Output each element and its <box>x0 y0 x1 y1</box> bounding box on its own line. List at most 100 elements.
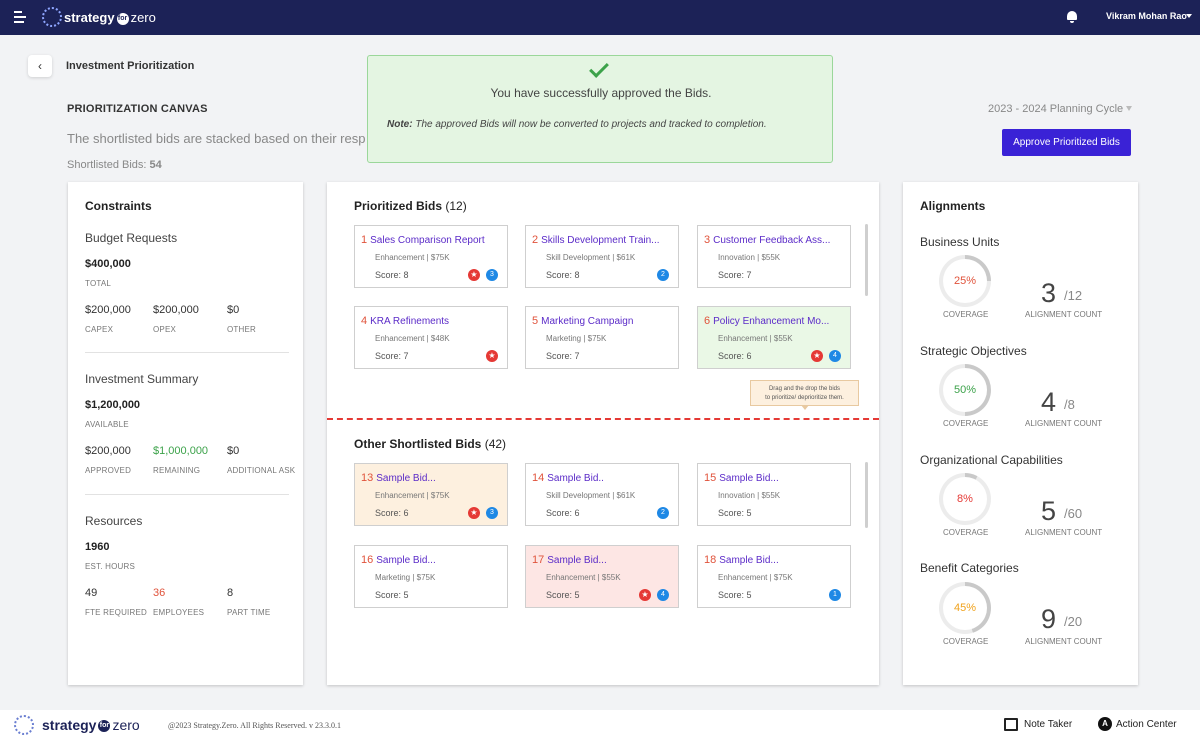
bid-number: 16 <box>361 554 374 566</box>
bid-meta: Skill Development | $61K <box>546 491 636 500</box>
bid-card[interactable]: 2 Skills Development Train... Skill Devel… <box>525 225 679 288</box>
capex-label: CAPEX <box>85 325 114 334</box>
alignments-panel: Alignments Business Units 25% COVERAGE 3… <box>903 182 1138 685</box>
additional-ask-label: ADDITIONAL ASK <box>227 466 296 475</box>
chevron-down-icon[interactable] <box>1186 14 1192 18</box>
star-icon: ★ <box>468 507 480 519</box>
note-taker-button[interactable]: Note Taker <box>1024 719 1072 730</box>
bid-card[interactable]: 3 Customer Feedback Ass... Innovation | $… <box>697 225 851 288</box>
coverage-label: COVERAGE <box>943 310 989 319</box>
drag-drop-tooltip: Drag and the drop the bids to prioritize/… <box>750 380 859 410</box>
strategic-objectives-title: Strategic Objectives <box>920 344 1027 358</box>
benefit-categories-title: Benefit Categories <box>920 561 1019 575</box>
star-icon: ★ <box>468 269 480 281</box>
back-button[interactable]: ‹ <box>28 55 52 77</box>
bid-score: Score: 5 <box>718 508 752 518</box>
divider <box>85 352 289 353</box>
bid-card[interactable]: 4 KRA Refinements Enhancement | $48K Scor… <box>354 306 508 369</box>
top-navbar: strategy for zero Vikram Mohan Rao <box>0 0 1200 35</box>
bid-score: Score: 7 <box>375 351 409 361</box>
logo-icon <box>42 7 62 27</box>
resources-title: Resources <box>85 514 143 528</box>
business-units-title: Business Units <box>920 235 1000 249</box>
alignment-total: /60 <box>1064 506 1083 521</box>
bid-name: KRA Refinements <box>370 316 450 327</box>
additional-ask-value: $0 <box>227 445 240 457</box>
bid-card[interactable]: 16 Sample Bid... Marketing | $75K Score: … <box>354 545 508 608</box>
bid-name: Sample Bid.. <box>547 473 604 484</box>
bid-name: Policy Enhancement Mo... <box>713 316 830 327</box>
bid-card[interactable]: 1 Sales Comparison Report Enhancement | $… <box>354 225 508 288</box>
bid-meta: Enhancement | $75K <box>718 573 793 582</box>
fte-label: FTE REQUIRED <box>85 608 147 617</box>
alignment-total: /12 <box>1064 288 1083 303</box>
bid-name: Sample Bid... <box>376 555 436 566</box>
planning-cycle-select[interactable]: 2023 - 2024 Planning Cycle <box>988 103 1123 115</box>
bid-score: Score: 7 <box>546 351 580 361</box>
count-badge: 3 <box>486 269 498 281</box>
budget-total: $400,000 <box>85 258 131 270</box>
action-center-button[interactable]: Action Center <box>1116 719 1177 730</box>
approved-label: APPROVED <box>85 466 132 475</box>
action-center-icon[interactable]: A <box>1098 717 1112 731</box>
budget-requests-title: Budget Requests <box>85 231 178 245</box>
investment-total: $1,200,000 <box>85 399 141 411</box>
bid-meta: Marketing | $75K <box>375 573 436 582</box>
bid-card[interactable]: 13 Sample Bid... Enhancement | $75K Score… <box>354 463 508 526</box>
menu-icon[interactable] <box>14 11 26 23</box>
brand-logo[interactable]: strategy for zero <box>64 10 156 25</box>
bid-score: Score: 7 <box>718 270 752 280</box>
alignment-count: 9 <box>1041 604 1057 634</box>
bid-number: 5 <box>532 315 539 327</box>
copyright: @2023 Strategy.Zero. All Rights Reserved… <box>168 721 342 730</box>
scrollbar[interactable] <box>865 224 868 296</box>
resources-total: 1960 <box>85 541 110 553</box>
bids-panel: Prioritized Bids (12) 1 Sales Comparison … <box>327 182 879 685</box>
bid-card[interactable]: 15 Sample Bid... Innovation | $55K Score:… <box>697 463 851 526</box>
page-title: Investment Prioritization <box>66 60 195 72</box>
bid-name: Sample Bid... <box>547 555 607 566</box>
bid-score: Score: 6 <box>546 508 580 518</box>
bid-number: 13 <box>361 472 374 484</box>
constraints-title: Constraints <box>85 199 152 213</box>
bid-number: 15 <box>704 472 717 484</box>
bid-card[interactable]: 17 Sample Bid... Enhancement | $55K Score… <box>525 545 679 608</box>
coverage-value: 45% <box>943 586 987 630</box>
chevron-down-icon[interactable] <box>1126 106 1132 111</box>
bid-score: Score: 6 <box>375 508 409 518</box>
toast-note: Note: The approved Bids will now be conv… <box>387 119 767 130</box>
priority-cutoff-line <box>327 418 879 420</box>
opex-label: OPEX <box>153 325 177 334</box>
bid-name: Sample Bid... <box>719 555 779 566</box>
bid-number: 1 <box>361 234 368 246</box>
logo-icon <box>14 715 34 735</box>
bid-card[interactable]: 18 Sample Bid... Enhancement | $75K Score… <box>697 545 851 608</box>
scrollbar[interactable] <box>865 462 868 528</box>
bid-name: Sample Bid... <box>376 473 436 484</box>
bid-card[interactable]: 5 Marketing Campaign Marketing | $75K Sco… <box>525 306 679 369</box>
bid-meta: Marketing | $75K <box>546 334 607 343</box>
coverage-ring: 25% <box>939 255 991 307</box>
approve-prioritized-bids-button[interactable]: Approve Prioritized Bids <box>1002 129 1131 156</box>
bid-card[interactable]: 14 Sample Bid.. Skill Development | $61K … <box>525 463 679 526</box>
bid-meta: Enhancement | $48K <box>375 334 450 343</box>
part-time-value: 8 <box>227 587 234 599</box>
alignment-count-label: ALIGNMENT COUNT <box>1025 528 1103 537</box>
user-menu[interactable]: Vikram Mohan Rao <box>1106 11 1187 21</box>
star-icon: ★ <box>486 350 498 362</box>
divider <box>85 494 289 495</box>
bid-score: Score: 5 <box>375 590 409 600</box>
coverage-label: COVERAGE <box>943 637 989 646</box>
bid-name: Sample Bid... <box>719 473 779 484</box>
bid-score: Score: 6 <box>718 351 752 361</box>
investment-summary-title: Investment Summary <box>85 372 199 386</box>
bid-score: Score: 8 <box>375 270 409 280</box>
bid-number: 6 <box>704 315 711 327</box>
notification-bell-icon[interactable] <box>1066 10 1078 23</box>
toast-message: You have successfully approved the Bids. <box>490 86 712 100</box>
coverage-value: 8% <box>943 477 987 521</box>
bid-card[interactable]: 6 Policy Enhancement Mo... Enhancement | … <box>697 306 851 369</box>
capex-value: $200,000 <box>85 304 131 316</box>
count-badge: 4 <box>829 350 841 362</box>
note-taker-icon[interactable] <box>1004 718 1018 731</box>
